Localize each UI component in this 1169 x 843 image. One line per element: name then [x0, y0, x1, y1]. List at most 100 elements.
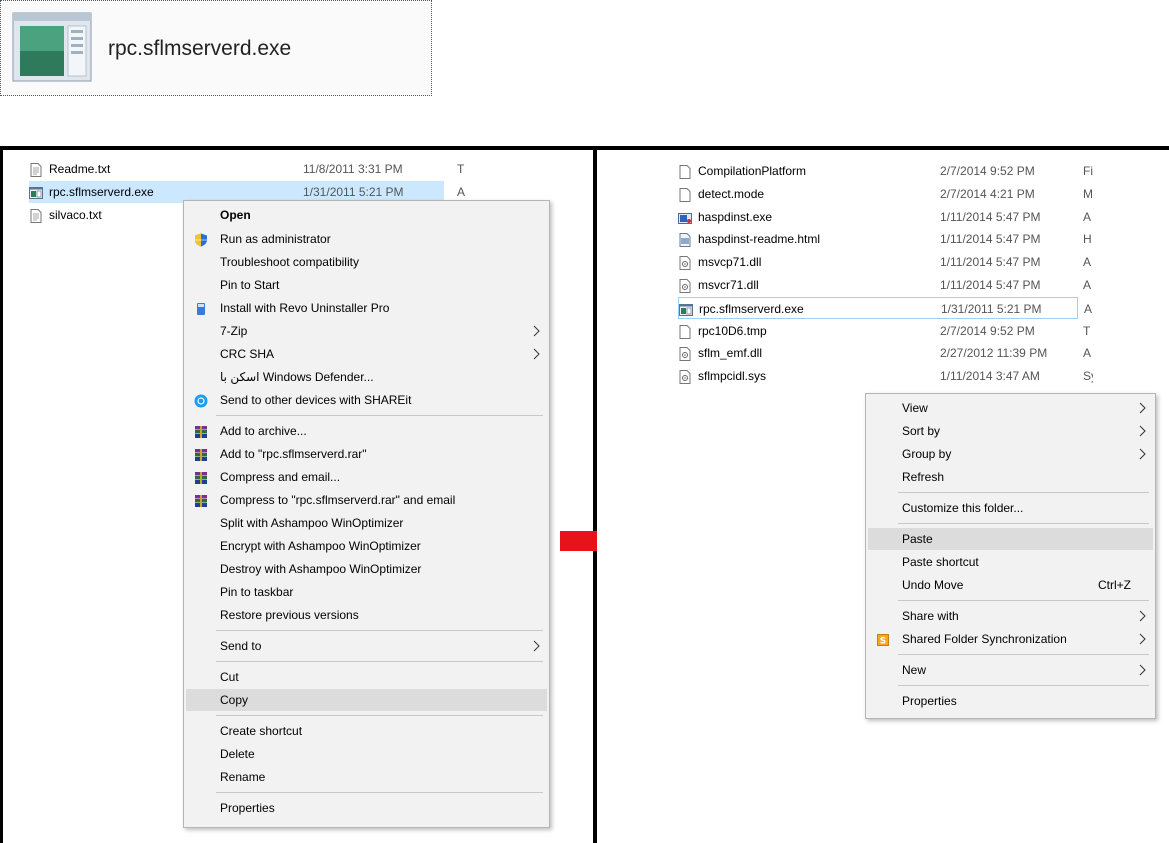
file-type: H [1083, 232, 1092, 247]
file-row[interactable]: rpc10D6.tmp 2/7/2014 9:52 PM T [678, 320, 1090, 342]
file-row[interactable]: CompilationPlatform 2/7/2014 9:52 PM Fi [678, 160, 1093, 182]
menu-item-cut[interactable]: Cut [186, 666, 547, 688]
file-type: T [457, 162, 465, 176]
file-type: A [1083, 346, 1092, 361]
chevron-right-icon [1139, 628, 1147, 656]
menu-item-copy[interactable]: Copy [186, 689, 547, 711]
file-name: rpc.sflmserverd.exe [49, 184, 154, 199]
menu-item-add-to-rpc-sflmserverd-rar[interactable]: Add to "rpc.sflmserverd.rar" [186, 443, 547, 465]
file-date: 2/7/2014 4:21 PM [940, 186, 1035, 201]
winrar-icon [194, 470, 208, 484]
file-row[interactable]: msvcp71.dll 1/11/2014 5:47 PM A [678, 251, 1091, 273]
menu-item-send-to[interactable]: Send to [186, 635, 547, 657]
right-explorer-pane: CompilationPlatform 2/7/2014 9:52 PM Fi det… [597, 146, 1169, 843]
file-row[interactable]: detect.mode 2/7/2014 4:21 PM M [678, 183, 1093, 205]
file-type: A [1083, 255, 1092, 270]
menu-item-properties[interactable]: Properties [186, 797, 547, 819]
menu-item-compress-and-email[interactable]: Compress and email... [186, 466, 547, 488]
menu-item-send-to-other-devices-with-shareit[interactable]: Send to other devices with SHAREit [186, 389, 547, 411]
menu-item-paste-shortcut[interactable]: Paste shortcut [868, 551, 1153, 573]
shareit-icon [194, 393, 208, 408]
menu-item-windows-defender[interactable]: اسکن با Windows Defender... [186, 366, 547, 388]
menu-item-label: Add to "rpc.sflmserverd.rar" [220, 447, 367, 461]
menu-item-customize-this-folder[interactable]: Customize this folder... [868, 497, 1153, 519]
file-name: haspdinst-readme.html [698, 232, 821, 247]
menu-item-troubleshoot-compatibility[interactable]: Troubleshoot compatibility [186, 251, 547, 273]
dll-file-icon [678, 369, 692, 385]
file-row[interactable]: sflm_emf.dll 2/27/2012 11:39 PM A [678, 342, 1091, 364]
menu-item-label: Compress and email... [220, 470, 341, 484]
menu-item-refresh[interactable]: Refresh [868, 466, 1153, 488]
file-row[interactable]: haspdinst.exe 1/11/2014 5:47 PM A [678, 206, 1091, 228]
menu-item-split-with-ashampoo-winoptimizer[interactable]: Split with Ashampoo WinOptimizer [186, 512, 547, 534]
file-date: 2/27/2012 11:39 PM [940, 346, 1048, 361]
menu-separator [898, 654, 1149, 655]
file-row[interactable]: Readme.txt 11/8/2011 3:31 PM T [29, 158, 464, 180]
file-date: 2/7/2014 9:52 PM [940, 164, 1035, 178]
menu-separator [216, 792, 543, 793]
shortcut-label: Ctrl+Z [1098, 578, 1131, 592]
svg-text:S: S [880, 637, 886, 647]
menu-item-label: Encrypt with Ashampoo WinOptimizer [220, 539, 421, 553]
menu-item-label: Compress to "rpc.sflmserverd.rar" and em… [220, 493, 456, 507]
menu-item-sort-by[interactable]: Sort by [868, 420, 1153, 442]
menu-item-label: New [902, 663, 927, 677]
menu-item-undo-move[interactable]: Undo Move Ctrl+Z [868, 574, 1153, 596]
background-context-menu: View Sort by Group by Refresh Customize this… [865, 393, 1156, 719]
file-type: A [1083, 278, 1092, 292]
menu-separator [898, 685, 1149, 686]
chevron-right-icon [1139, 659, 1147, 687]
menu-item-label: Open [220, 208, 251, 222]
file-name: sflm_emf.dll [698, 346, 763, 361]
menu-item-encrypt-with-ashampoo-winoptimizer[interactable]: Encrypt with Ashampoo WinOptimizer [186, 535, 547, 557]
file-name: silvaco.txt [49, 207, 102, 222]
file-type: Sy [1083, 369, 1093, 384]
menu-item-restore-previous-versions[interactable]: Restore previous versions [186, 604, 547, 626]
menu-separator [216, 630, 543, 631]
menu-item-label: Undo Move [902, 578, 964, 592]
menu-separator [898, 492, 1149, 493]
menu-item-label: Group by [902, 447, 952, 461]
menu-item-new[interactable]: New [868, 659, 1153, 681]
menu-item-label: Run as administrator [220, 232, 331, 246]
menu-item-destroy-with-ashampoo-winoptimizer[interactable]: Destroy with Ashampoo WinOptimizer [186, 558, 547, 580]
menu-item-view[interactable]: View [868, 397, 1153, 419]
menu-item-pin-to-taskbar[interactable]: Pin to taskbar [186, 581, 547, 603]
menu-item-share-with[interactable]: Share with [868, 605, 1153, 627]
menu-item-compress-to-rpc-sflmserverd-rar-and-email[interactable]: Compress to "rpc.sflmserverd.rar" and em… [186, 489, 547, 511]
menu-item-group-by[interactable]: Group by [868, 443, 1153, 465]
file-name: Readme.txt [49, 162, 111, 176]
menu-item-7-zip[interactable]: 7-Zip [186, 320, 547, 342]
menu-item-label: View [902, 401, 928, 415]
file-date: 2/7/2014 9:52 PM [940, 323, 1035, 338]
menu-item-pin-to-start[interactable]: Pin to Start [186, 274, 547, 296]
menu-separator [216, 715, 543, 716]
menu-item-add-to-archive[interactable]: Add to archive... [186, 420, 547, 442]
menu-item-label: Properties [220, 801, 275, 815]
menu-item-label: Add to archive... [220, 424, 307, 438]
file-row[interactable]: msvcr71.dll 1/11/2014 5:47 PM A [678, 274, 1091, 296]
installer-icon [678, 210, 692, 224]
menu-item-run-as-administrator[interactable]: Run as administrator [186, 228, 547, 250]
menu-item-rename[interactable]: Rename [186, 766, 547, 788]
menu-item-crc-sha[interactable]: CRC SHA [186, 343, 547, 365]
menu-item-install-with-revo-uninstaller-pro[interactable]: Install with Revo Uninstaller Pro [186, 297, 547, 319]
html-file-icon [678, 232, 692, 248]
menu-item-shared-folder-synchronization[interactable]: S Shared Folder Synchronization [868, 628, 1153, 650]
menu-item-create-shortcut[interactable]: Create shortcut [186, 720, 547, 742]
file-name-banner: rpc.sflmserverd.exe [0, 0, 432, 96]
menu-item-paste[interactable]: Paste [868, 528, 1153, 550]
file-row[interactable]: sflmpcidl.sys 1/11/2014 3:47 AM Sy [678, 365, 1093, 387]
file-context-menu: Open Run as administrator Troubleshoot com… [183, 200, 550, 828]
file-name: msvcp71.dll [698, 255, 762, 270]
menu-item-delete[interactable]: Delete [186, 743, 547, 765]
file-name: sflmpcidl.sys [698, 369, 767, 384]
menu-separator [898, 600, 1149, 601]
menu-item-label: Shared Folder Synchronization [902, 632, 1067, 646]
file-row[interactable]: rpc.sflmserverd.exe 1/31/2011 5:21 PM A [678, 296, 1092, 319]
file-row[interactable]: haspdinst-readme.html 1/11/2014 5:47 PM H [678, 228, 1092, 250]
menu-item-open[interactable]: Open [186, 204, 547, 226]
menu-item-label: Restore previous versions [220, 608, 359, 622]
menu-item-properties[interactable]: Properties [868, 690, 1153, 712]
menu-item-label: Install with Revo Uninstaller Pro [220, 301, 390, 315]
